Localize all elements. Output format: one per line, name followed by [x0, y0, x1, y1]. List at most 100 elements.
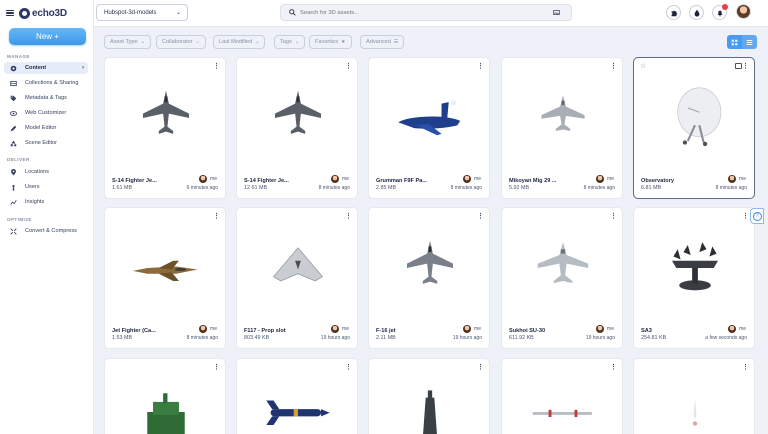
sidebar-item-scene-editor[interactable]: Scene Editor: [4, 137, 88, 149]
asset-card[interactable]: ⋮: [236, 358, 358, 434]
asset-name: F117 - Prop slot: [244, 328, 286, 334]
more-options-icon[interactable]: ⋮: [610, 364, 617, 371]
asset-thumbnail: [502, 66, 622, 170]
asset-card[interactable]: ⋮ S-14 Fighter Je... 1.61 MB me 6 minute…: [104, 57, 226, 199]
asset-owner: me: [199, 175, 217, 183]
filter-last-modified[interactable]: Last Modified ⌄: [213, 35, 266, 49]
asset-card[interactable]: ⋮: [633, 358, 755, 434]
bell-icon[interactable]: [712, 4, 728, 20]
compress-icon: [10, 227, 17, 235]
puzzle-icon[interactable]: [666, 5, 681, 20]
asset-thumbnail: [105, 377, 225, 434]
asset-card[interactable]: ⋮: [368, 358, 490, 434]
asset-card[interactable]: ⋮ F117 - Prop slot 803.49 KB me 19 hours…: [236, 207, 358, 349]
sidebar-item-insights[interactable]: Insights: [4, 196, 88, 208]
avatar: [331, 175, 340, 183]
asset-modified-time: 19 hours ago: [585, 335, 615, 341]
fighter-jet-icon: [406, 240, 454, 284]
owner-label: me: [342, 176, 349, 182]
search-box[interactable]: [280, 4, 572, 21]
asset-name: Sukhoi SU-30: [509, 328, 546, 334]
asset-size: 803.49 KB: [244, 335, 270, 341]
more-options-icon[interactable]: ⋮: [477, 364, 484, 371]
logo[interactable]: echo3D: [19, 7, 67, 19]
new-button[interactable]: New +: [9, 28, 86, 45]
asset-modified-time: 19 hours ago: [452, 335, 482, 341]
grid-view-icon[interactable]: [727, 35, 742, 49]
asset-modified-time: 8 minutes ago: [186, 335, 218, 341]
asset-card[interactable]: ⋮ Grumman F9F Pa... 2.85 MB me 8 minutes…: [368, 57, 490, 199]
asset-thumbnail: [634, 216, 754, 320]
asset-card[interactable]: ⋮: [104, 358, 226, 434]
user-avatar[interactable]: [736, 4, 751, 19]
asset-card[interactable]: ⋮ Jet Fighter (Ca... 1.53 MB me 8 minute…: [104, 207, 226, 349]
view-toggle[interactable]: [727, 35, 757, 49]
chevron-down-icon: ⌄: [175, 10, 181, 16]
sidebar-item-collections[interactable]: Collections & Sharing: [4, 77, 88, 89]
fighter-jet-icon: [142, 90, 190, 134]
asset-card[interactable]: ⋮ S-14 Fighter Je... 12.61 MB me 8 minut…: [236, 57, 358, 199]
asset-name: Grumman F9F Pa...: [376, 178, 427, 184]
asset-name: Observatory: [641, 178, 674, 184]
more-options-icon[interactable]: ⋮: [213, 364, 220, 371]
asset-modified-time: 8 minutes ago: [450, 185, 482, 191]
filter-asset-type[interactable]: Asset Type ⌄: [104, 35, 151, 49]
owner-label: me: [739, 176, 746, 182]
avatar: [596, 325, 605, 333]
sidebar-item-locations[interactable]: Locations: [4, 166, 88, 178]
missile-launcher-icon: [671, 242, 719, 291]
asset-name: S-14 Fighter Je...: [112, 178, 157, 184]
sidebar-item-label: Model Editor: [25, 125, 57, 131]
project-name: Hubspot-3d-models: [104, 9, 157, 16]
search-input[interactable]: [300, 9, 540, 16]
star-icon: ★: [341, 39, 346, 45]
avatar: [728, 175, 737, 183]
asset-name: Mikoyan Mig 29 ...: [509, 178, 557, 184]
asset-card[interactable]: ⋮: [501, 358, 623, 434]
asset-card[interactable]: ⋮ F-16 jet 2.11 MB me 19 hours ago: [368, 207, 490, 349]
asset-size: 6.81 MB: [641, 185, 662, 191]
asset-thumbnail: [634, 66, 754, 170]
missile-icon: [266, 400, 330, 425]
asset-card[interactable]: ⋮ SA3 254.81 KB me a few seconds ago: [633, 207, 755, 349]
avatar: [199, 325, 208, 333]
filter-collaborator[interactable]: Collaborator ⌄: [156, 35, 206, 49]
more-options-icon[interactable]: ⋮: [742, 364, 749, 371]
hamburger-menu-icon[interactable]: [6, 9, 14, 17]
project-select[interactable]: Hubspot-3d-models ⌄: [96, 4, 188, 21]
asset-owner: me: [199, 325, 217, 333]
sidebar-item-convert-compress[interactable]: Convert & Compress: [4, 225, 88, 237]
owner-label: me: [210, 326, 217, 332]
list-view-icon[interactable]: [742, 35, 757, 49]
filter-advanced[interactable]: Advanced ☰: [360, 35, 405, 49]
sidebar-item-content[interactable]: Content ›: [4, 62, 88, 74]
owner-label: me: [607, 176, 614, 182]
asset-card[interactable]: ☆ ⋮ Observatory 6.81 MB me 8 minutes ago: [633, 57, 755, 199]
asset-thumbnail: [237, 377, 357, 434]
small-object-icon: [692, 397, 698, 426]
avatar: [463, 325, 472, 333]
propeller-plane-icon: [398, 100, 461, 136]
filter-tags[interactable]: Tags ⌄: [274, 35, 306, 49]
topbar: Hubspot-3d-models ⌄: [94, 0, 768, 27]
ship-icon: [423, 390, 437, 434]
more-options-icon[interactable]: ⋮: [345, 364, 352, 371]
section-label-deliver: DELIVER: [7, 157, 30, 162]
image-search-icon[interactable]: [553, 9, 560, 16]
asset-size: 12.61 MB: [244, 185, 268, 191]
asset-thumbnail: [369, 66, 489, 170]
sidebar-item-metadata[interactable]: Metadata & Tags: [4, 92, 88, 104]
help-tab[interactable]: ?: [750, 208, 764, 224]
sidebar-item-web-customizer[interactable]: Web Customizer: [4, 107, 88, 119]
sidebar-item-label: Convert & Compress: [25, 228, 77, 234]
filter-favorites[interactable]: Favorites ★: [309, 35, 352, 49]
avatar: [463, 175, 472, 183]
asset-owner: me: [728, 175, 746, 183]
asset-thumbnail: [369, 377, 489, 434]
sidebar-item-model-editor[interactable]: Model Editor: [4, 122, 88, 134]
asset-card[interactable]: ⋮ Mikoyan Mig 29 ... 5.92 MB me 8 minute…: [501, 57, 623, 199]
sidebar-item-users[interactable]: Users: [4, 181, 88, 193]
sidebar-item-label: Users: [25, 184, 40, 190]
droplet-icon[interactable]: [689, 5, 704, 20]
asset-card[interactable]: ⋮ Sukhoi SU-30 611.92 KB me 19 hours ago: [501, 207, 623, 349]
